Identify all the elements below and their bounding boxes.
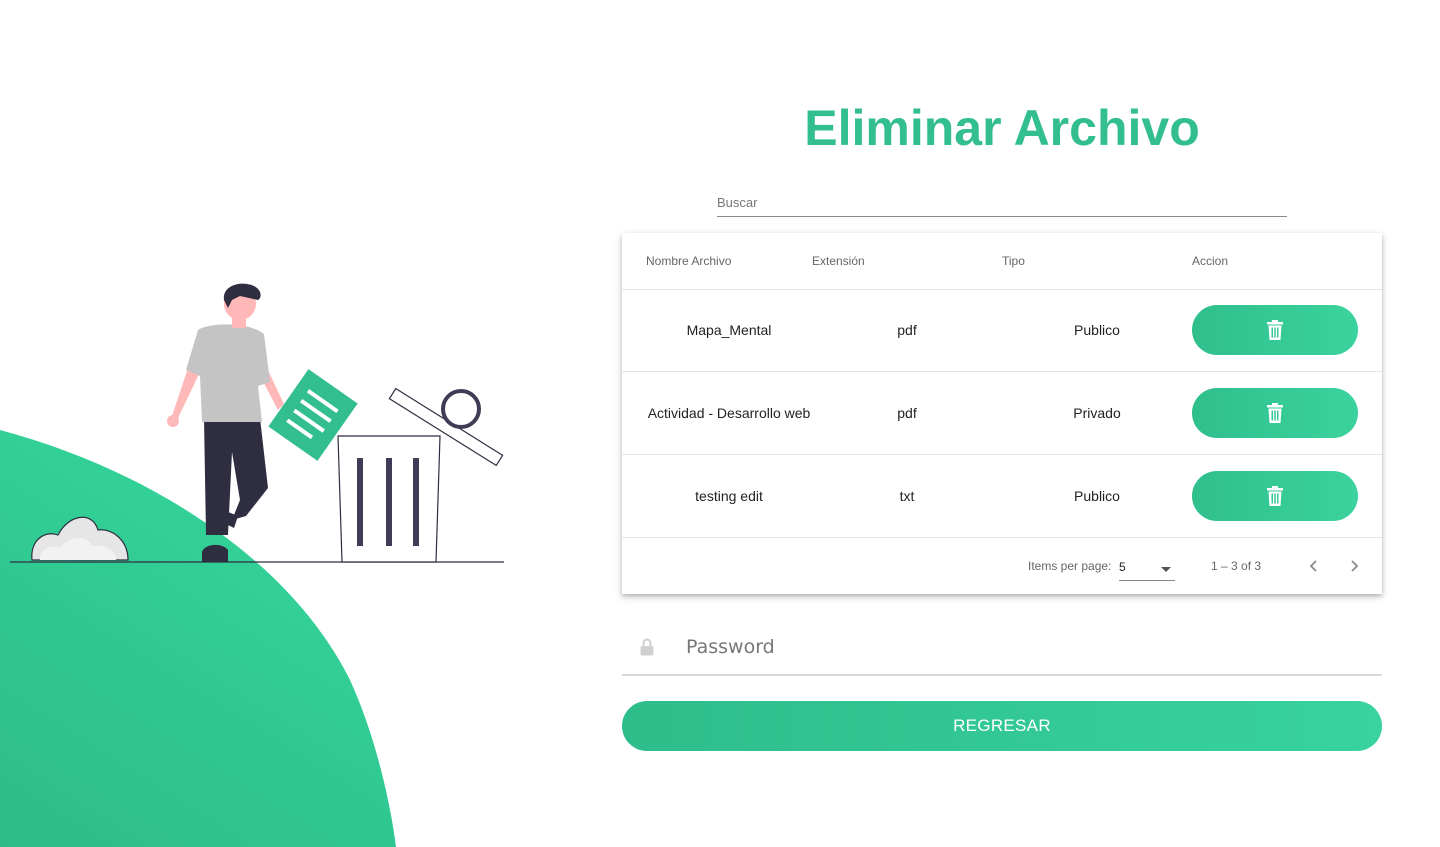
search-field (717, 188, 1287, 217)
trash-icon (1267, 320, 1283, 340)
table-header: Nombre Archivo Extensión Tipo Accion (622, 233, 1382, 290)
next-page-button[interactable] (1340, 552, 1368, 580)
chevron-left-icon (1309, 560, 1317, 572)
search-input[interactable] (717, 188, 1287, 216)
page-range-label: 1 – 3 of 3 (1211, 559, 1262, 573)
cell-name: Mapa_Mental (686, 322, 772, 338)
delete-button[interactable] (1192, 388, 1358, 438)
table-row: Mapa_Mental pdf Publico (622, 289, 1382, 372)
items-per-page-value: 5 (1119, 560, 1126, 574)
cell-extension: pdf (897, 322, 917, 338)
cell-name: testing edit (695, 488, 763, 504)
table-row: Actividad - Desarrollo web pdf Privado (622, 372, 1382, 455)
cell-extension: pdf (897, 405, 917, 421)
cell-tipo: Publico (1074, 488, 1120, 504)
column-header-name: Nombre Archivo (646, 254, 732, 268)
delete-button[interactable] (1192, 471, 1358, 521)
column-header-tipo: Tipo (1002, 254, 1025, 268)
caret-down-icon (1161, 567, 1171, 572)
chevron-right-icon (1351, 560, 1359, 572)
paginator: Items per page: 5 1 – 3 of 3 (622, 538, 1382, 594)
back-button[interactable]: REGRESAR (622, 701, 1382, 751)
previous-page-button[interactable] (1300, 552, 1328, 580)
lock-icon (640, 638, 654, 656)
cell-name: Actividad - Desarrollo web (647, 405, 811, 421)
cell-extension: txt (899, 488, 915, 504)
table-row: testing edit txt Publico (622, 455, 1382, 538)
password-input[interactable] (686, 632, 1366, 662)
password-field (622, 620, 1382, 676)
trash-icon (1267, 403, 1283, 423)
delete-file-illustration (10, 283, 504, 563)
column-header-extension: Extensión (812, 254, 865, 268)
cell-tipo: Privado (1073, 405, 1121, 421)
delete-button[interactable] (1192, 305, 1358, 355)
files-table: Nombre Archivo Extensión Tipo Accion Map… (622, 233, 1382, 594)
trash-icon (1267, 486, 1283, 506)
page-title: Eliminar Archivo (804, 100, 1200, 156)
cell-tipo: Publico (1074, 322, 1120, 338)
column-header-accion: Accion (1192, 254, 1229, 268)
items-per-page-select[interactable]: 5 (1119, 556, 1175, 581)
items-per-page-label: Items per page: (1028, 559, 1112, 573)
